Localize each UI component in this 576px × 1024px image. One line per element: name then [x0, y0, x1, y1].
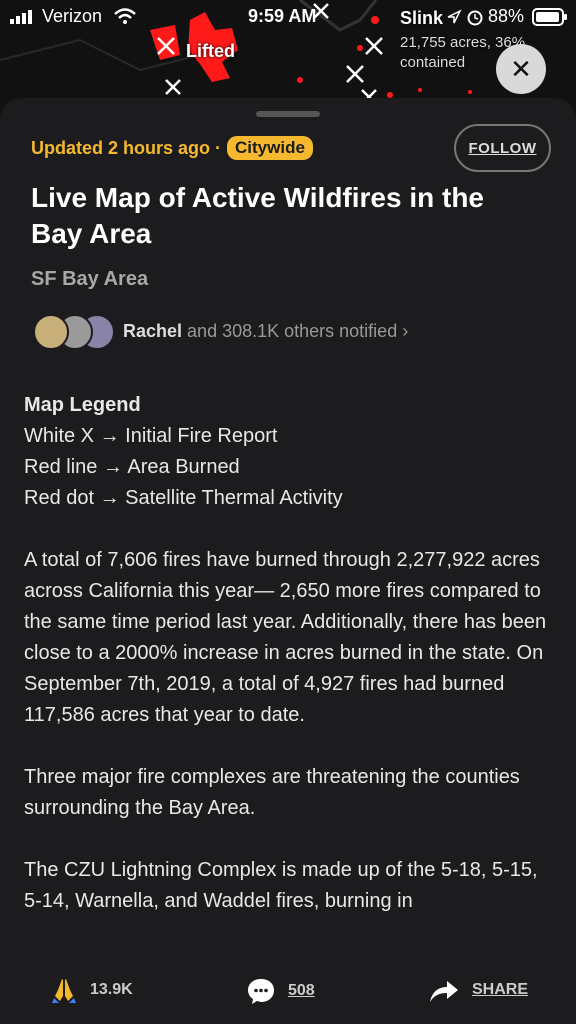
pray-button[interactable]: 13.9K — [50, 976, 133, 1004]
close-button[interactable]: ✕ — [496, 44, 546, 94]
follow-button[interactable]: FOLLOW — [454, 124, 551, 172]
updated-time: Updated 2 hours ago · — [31, 137, 222, 158]
share-label: SHARE — [472, 981, 529, 998]
legend-item: Red dot → Satellite Thermal Activity — [24, 487, 343, 509]
carrier-name: Verizon — [42, 6, 103, 26]
legend-item: Red line → Area Burned — [24, 456, 240, 478]
notified-link[interactable]: Rachel and 308.1K others notified › — [123, 321, 408, 342]
signal-icon — [10, 10, 32, 24]
comment-button[interactable]: 508 — [246, 976, 315, 1006]
comment-bubble-icon — [246, 976, 276, 1006]
notified-avatars[interactable] — [33, 314, 115, 350]
article-sheet[interactable]: Updated 2 hours ago · Citywide FOLLOW Li… — [0, 98, 576, 1024]
drag-handle[interactable] — [256, 111, 320, 117]
notified-count: and 308.1K others notified › — [187, 321, 409, 341]
battery-percent: 88% — [488, 6, 525, 26]
battery-icon — [532, 8, 567, 26]
share-button[interactable]: SHARE — [428, 976, 528, 1004]
map-legend: Map Legend White X → Initial Fire Report… — [24, 390, 554, 514]
legend-title: Map Legend — [24, 394, 141, 416]
alarm-icon — [467, 10, 483, 26]
action-bar: 13.9K 508 SHARE — [0, 948, 576, 1024]
paragraph: A total of 7,606 fires have burned throu… — [24, 549, 547, 726]
praying-hands-icon — [50, 976, 78, 1004]
wifi-icon — [114, 8, 136, 24]
article-body: Map Legend White X → Initial Fire Report… — [24, 390, 554, 948]
map-label-lifted: Lifted — [186, 41, 235, 61]
article-meta: Updated 2 hours ago · Citywide — [31, 136, 313, 160]
notified-name: Rachel — [123, 321, 183, 341]
location-arrow-icon — [447, 9, 462, 24]
share-arrow-icon — [428, 976, 460, 1004]
pray-count: 13.9K — [90, 981, 133, 998]
scope-badge: Citywide — [227, 136, 313, 160]
status-bar: Verizon 9:59 AM 88% — [0, 0, 576, 34]
article-title: Live Map of Active Wildfires in the Bay … — [31, 182, 485, 249]
legend-item: White X → Initial Fire Report — [24, 425, 278, 447]
comment-count: 508 — [288, 982, 315, 999]
paragraph: The CZU Lightning Complex is made up of … — [24, 859, 538, 912]
paragraph: Three major fire complexes are threateni… — [24, 766, 520, 819]
clock: 9:59 AM — [248, 6, 317, 26]
article-location: SF Bay Area — [31, 268, 149, 290]
close-icon: ✕ — [510, 53, 532, 84]
avatar — [33, 314, 69, 350]
